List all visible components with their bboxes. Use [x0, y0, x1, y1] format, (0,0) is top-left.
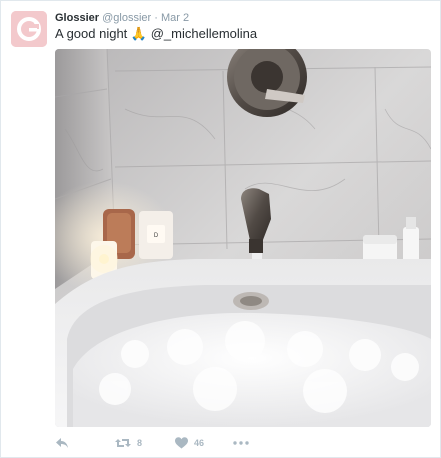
tweet-card[interactable]: Glossier @glossier · Mar 2 A good night … — [0, 0, 441, 458]
separator-dot: · — [154, 12, 158, 24]
reply-button[interactable] — [55, 433, 69, 453]
author-handle[interactable]: @glossier — [102, 12, 151, 24]
retweet-count: 8 — [137, 438, 143, 448]
praying-hands-emoji: 🙏 — [130, 26, 148, 41]
like-count: 46 — [194, 438, 205, 448]
author-name[interactable]: Glossier — [55, 12, 99, 24]
avatar[interactable] — [11, 11, 47, 47]
svg-text:D: D — [154, 233, 159, 239]
tweet-actions: 8 46 — [55, 433, 431, 453]
tweet-photo[interactable]: D — [55, 49, 431, 427]
reply-icon — [56, 438, 68, 448]
tweet-text-body: A good night — [55, 26, 128, 41]
more-dots-icon — [233, 441, 249, 445]
more-options-button[interactable] — [233, 433, 249, 453]
tweet-header: Glossier @glossier · Mar 2 — [55, 11, 189, 25]
retweet-button[interactable]: 8 — [115, 433, 142, 453]
tweet-date[interactable]: Mar 2 — [161, 12, 189, 24]
bathtub-photo-image: D — [55, 49, 431, 427]
tweet-text: A good night 🙏 @_michellemolina — [55, 25, 257, 43]
glossier-logo-icon — [11, 11, 47, 47]
like-button[interactable]: 46 — [175, 433, 204, 453]
retweet-icon — [115, 439, 131, 447]
mention-link[interactable]: @_michellemolina — [151, 26, 257, 41]
heart-icon — [175, 437, 188, 449]
